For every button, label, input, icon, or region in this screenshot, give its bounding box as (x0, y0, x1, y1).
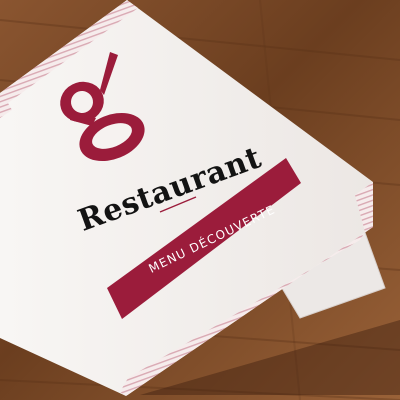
menu-photo (0, 0, 400, 400)
